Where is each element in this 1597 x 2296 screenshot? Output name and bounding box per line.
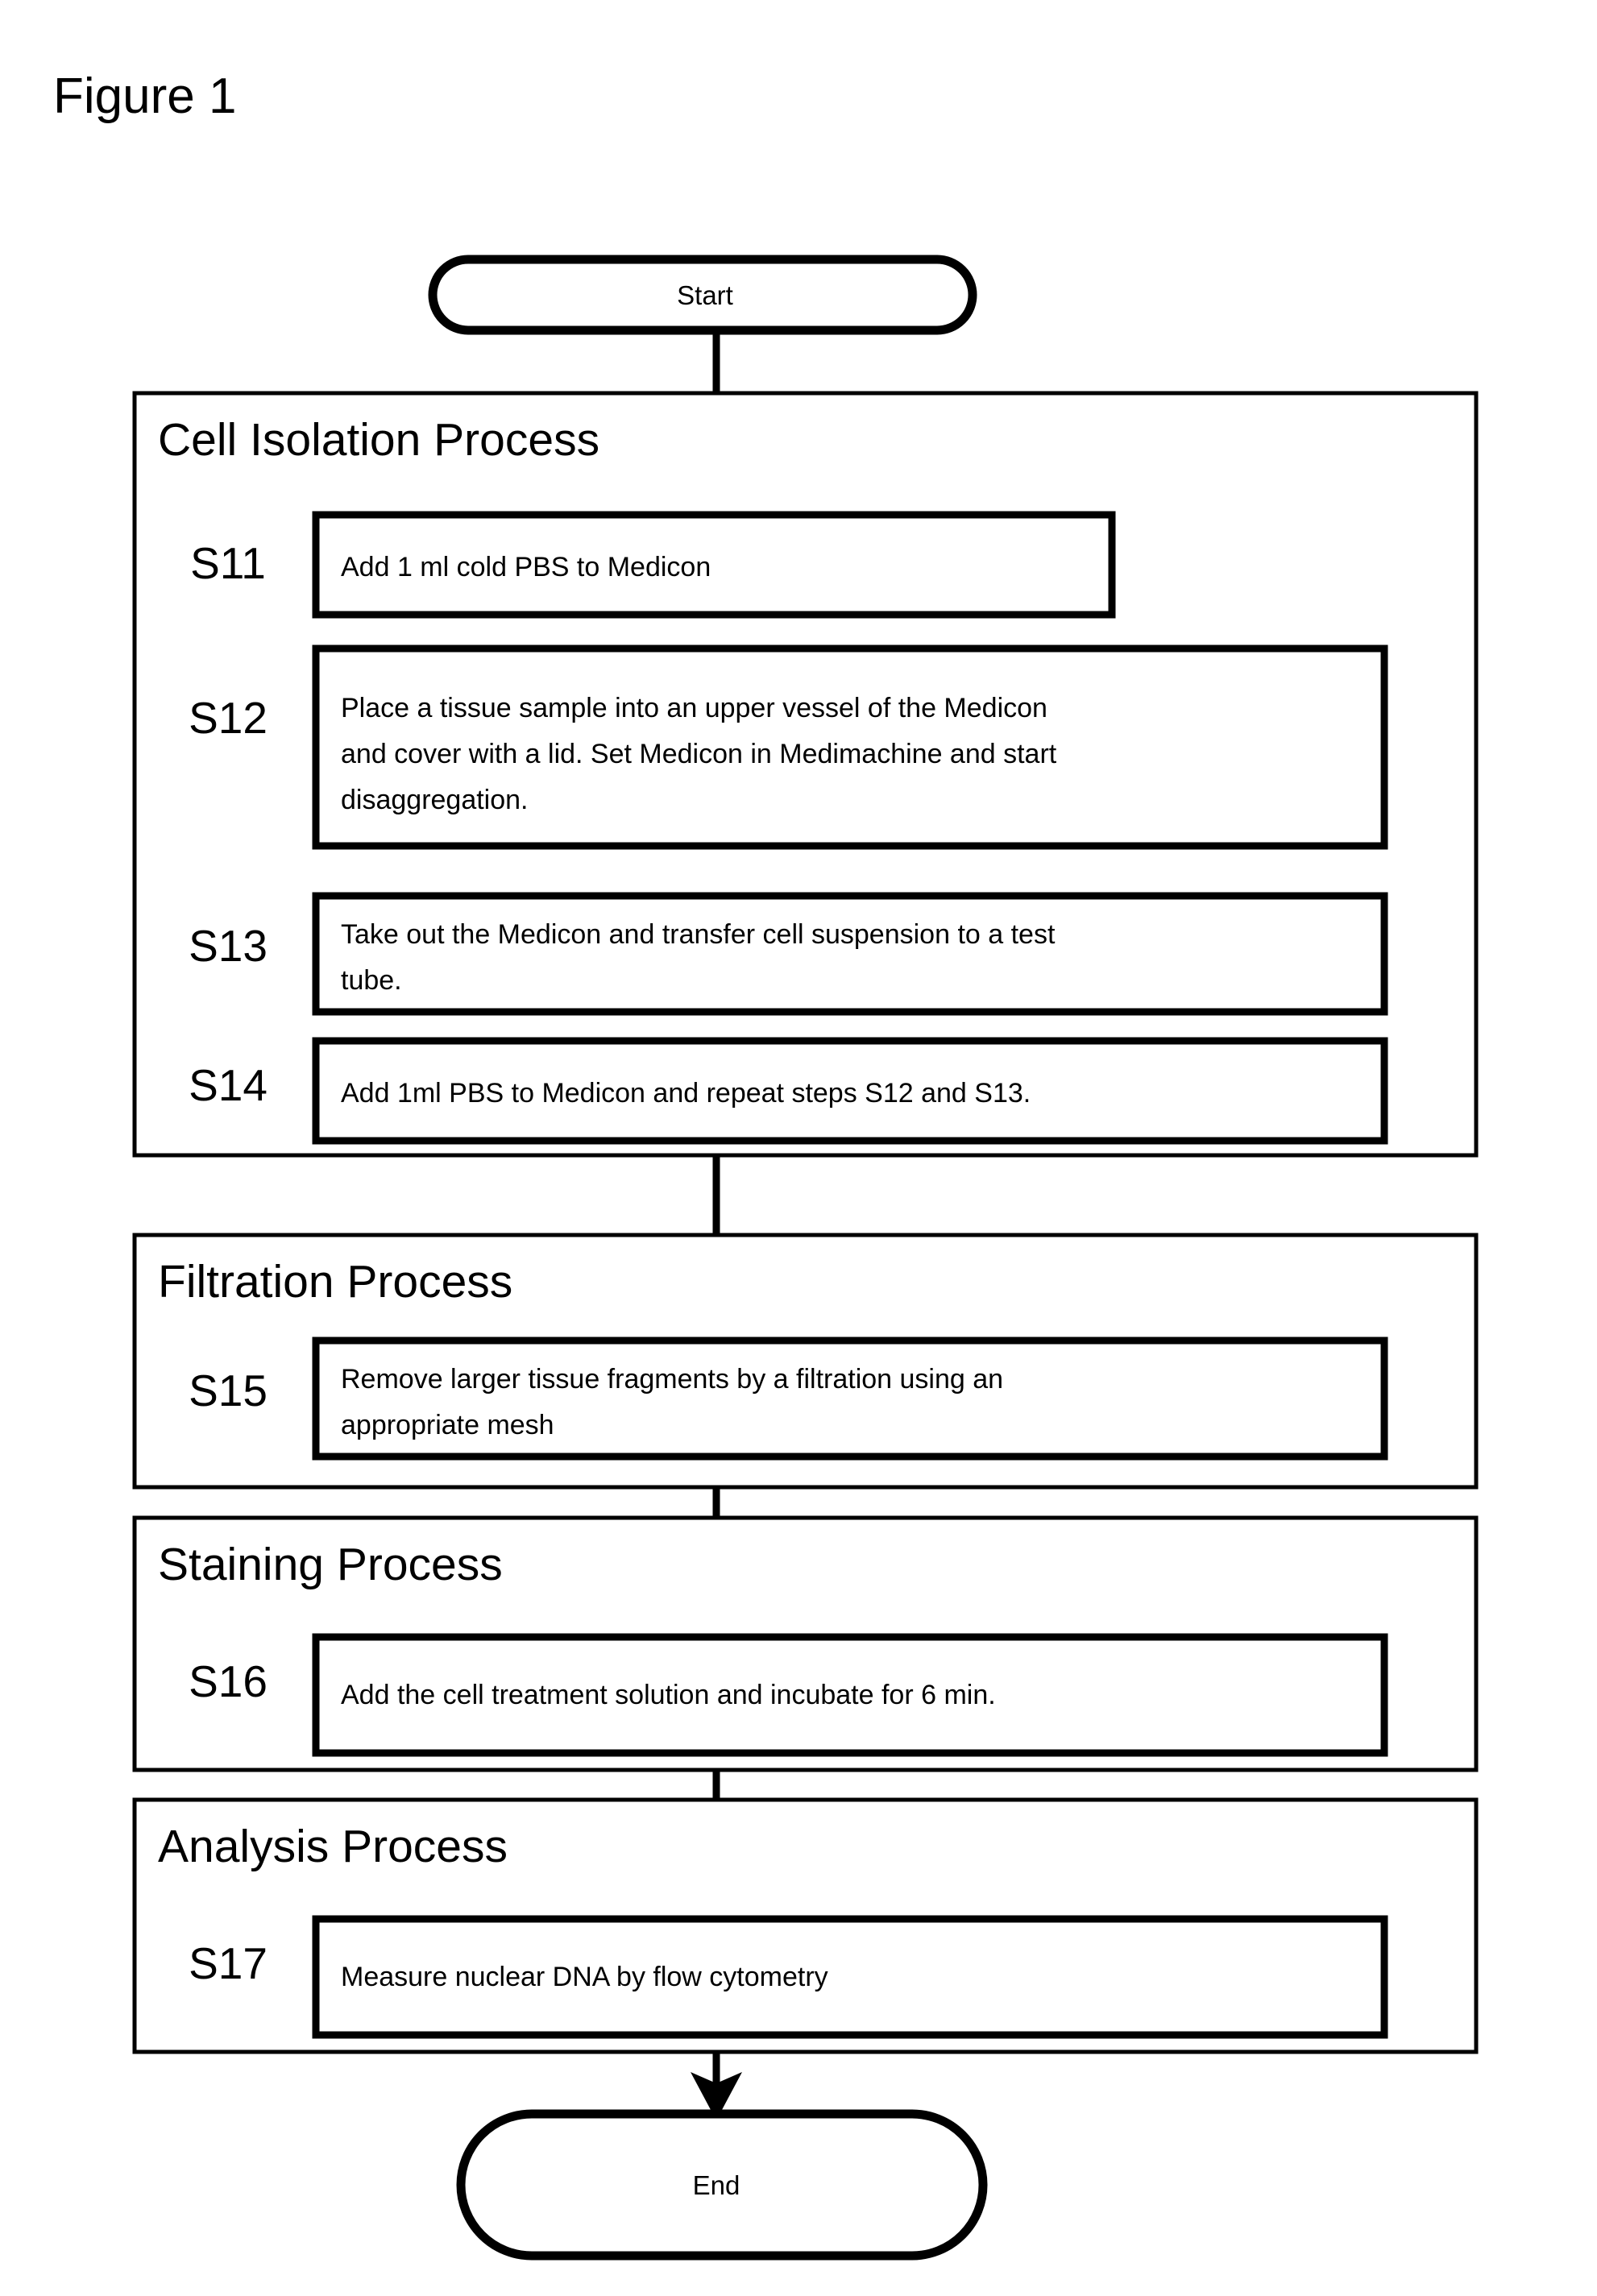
step-id-s17: S17: [189, 1938, 268, 1988]
end-label: End: [693, 2170, 740, 2200]
step-text-s14-line1: Add 1ml PBS to Medicon and repeat steps …: [341, 1078, 1031, 1109]
step-text-s12-line3: disaggregation.: [341, 785, 529, 815]
step-text-s13-line1: Take out the Medicon and transfer cell s…: [341, 919, 1056, 950]
section-title-analysis: Analysis Process: [158, 1821, 508, 1872]
step-id-s14: S14: [189, 1060, 268, 1110]
step-text-s12-line1: Place a tissue sample into an upper vess…: [341, 693, 1047, 723]
step-id-s12: S12: [189, 693, 268, 743]
flowchart-svg: Figure 1 Start Cell Isolation Process S1…: [53, 68, 1479, 2261]
section-title-cell-isolation: Cell Isolation Process: [158, 414, 599, 466]
figure-canvas: Figure 1 Start Cell Isolation Process S1…: [0, 0, 1597, 2296]
start-label: Start: [677, 280, 733, 310]
step-text-s15-line1: Remove larger tissue fragments by a filt…: [341, 1364, 1003, 1395]
step-box-s13[interactable]: [312, 892, 1388, 1016]
section-title-filtration: Filtration Process: [158, 1256, 512, 1308]
section-staining: Staining Process S16 Add the cell treatm…: [132, 1515, 1479, 1772]
section-cell-isolation: Cell Isolation Process S11 Add 1 ml cold…: [132, 391, 1479, 1158]
section-filtration: Filtration Process S15 Remove larger tis…: [132, 1233, 1479, 1490]
step-text-s15-line2: appropriate mesh: [341, 1410, 554, 1440]
step-text-s13-line2: tube.: [341, 965, 402, 996]
step-id-s16: S16: [189, 1656, 268, 1706]
step-text-s16-line1: Add the cell treatment solution and incu…: [341, 1680, 996, 1710]
step-text-s11-line1: Add 1 ml cold PBS to Medicon: [341, 552, 711, 582]
page-title: Figure 1: [53, 68, 236, 124]
section-analysis: Analysis Process S17 Measure nuclear DNA…: [132, 1797, 1479, 2054]
step-id-s15: S15: [189, 1366, 268, 1415]
section-title-staining: Staining Process: [158, 1539, 503, 1590]
step-text-s12-line2: and cover with a lid. Set Medicon in Med…: [341, 739, 1057, 769]
step-text-s17-line1: Measure nuclear DNA by flow cytometry: [341, 1962, 828, 1992]
step-id-s11: S11: [190, 538, 266, 588]
step-id-s13: S13: [189, 921, 268, 971]
